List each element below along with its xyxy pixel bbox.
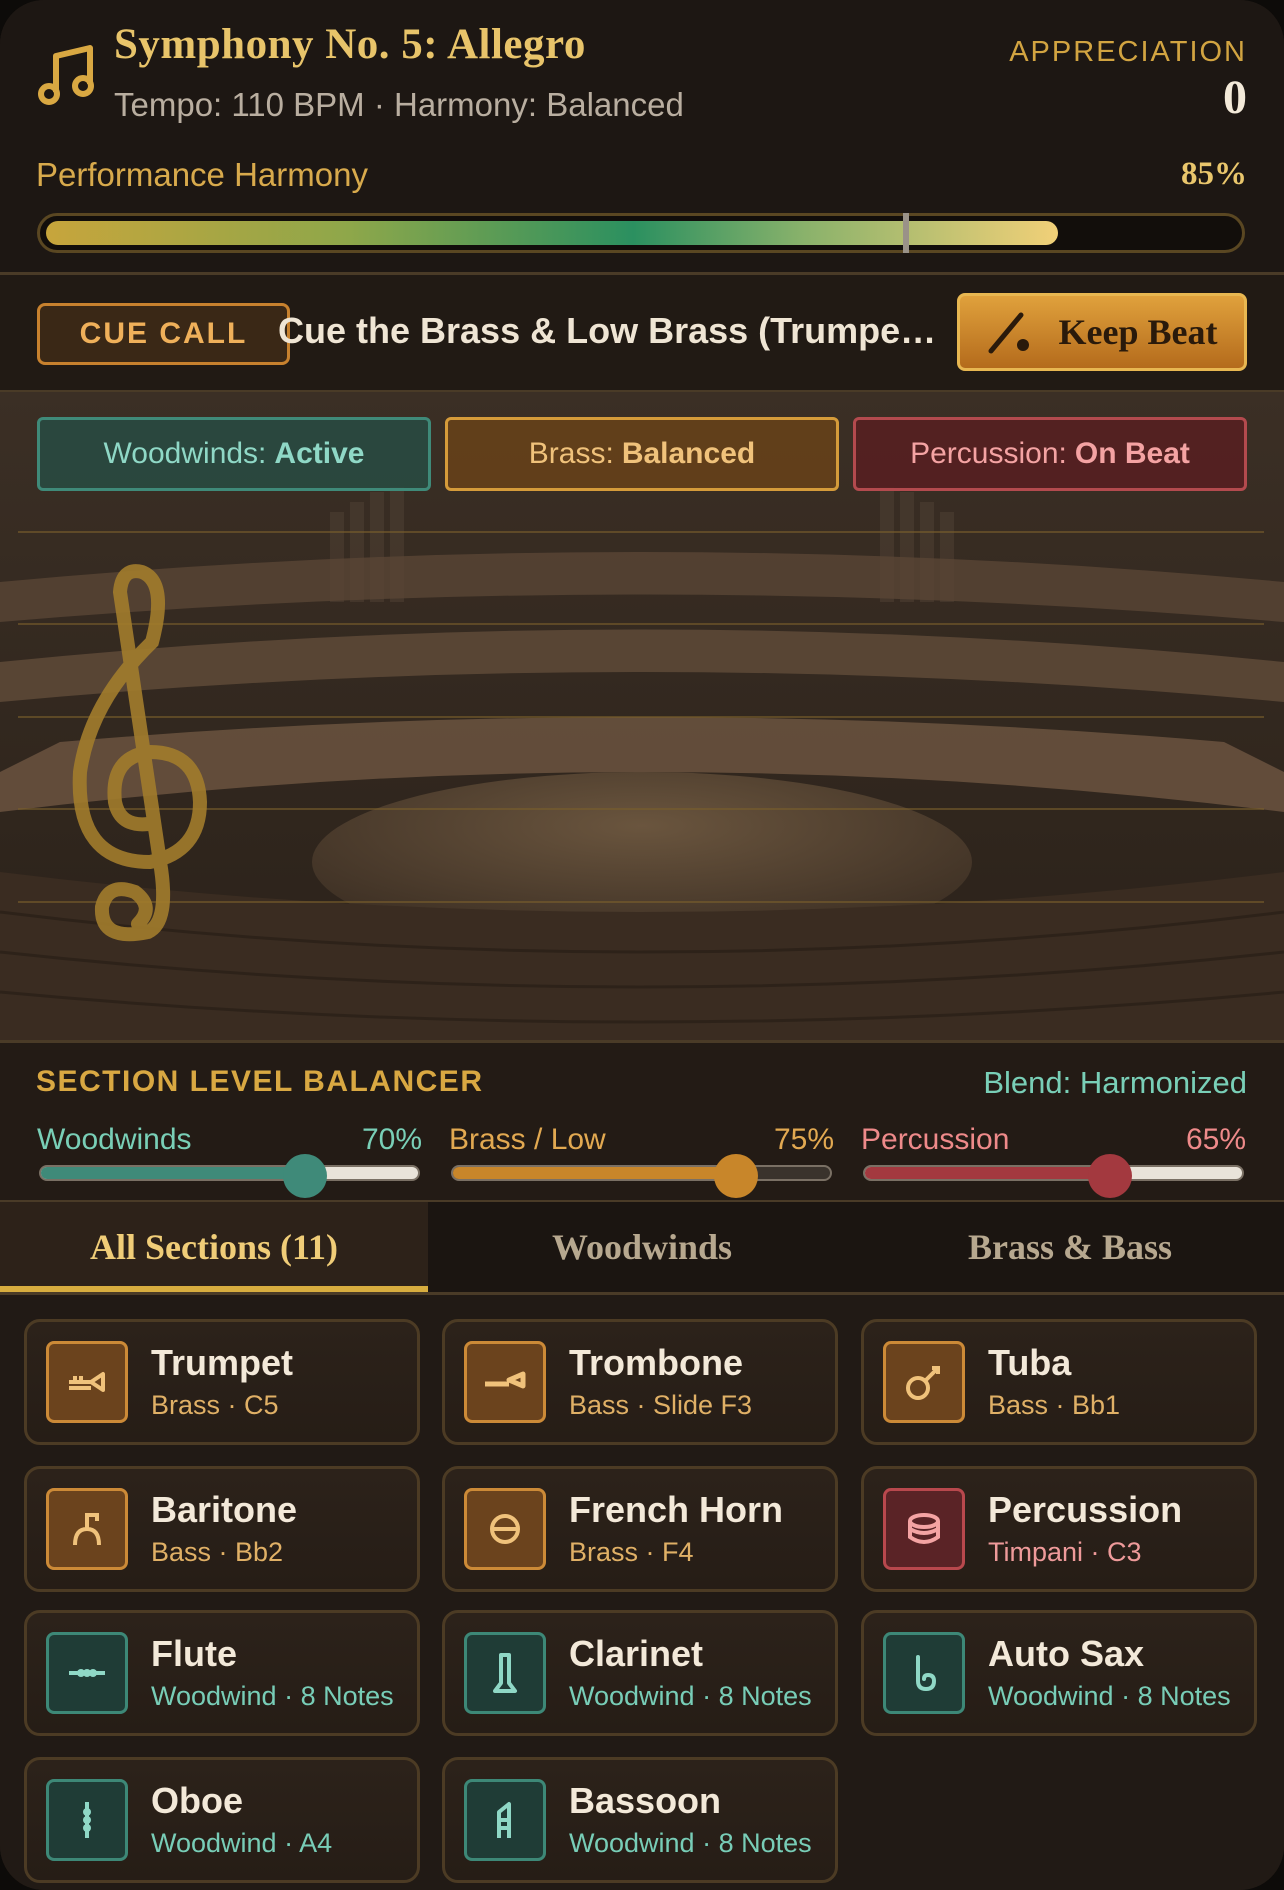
blend-status: Blend: Harmonized bbox=[983, 1065, 1247, 1100]
instrument-detail: Bass · Bb1 bbox=[988, 1390, 1121, 1420]
instrument-card-percussion[interactable]: Percussion Timpani · C3 bbox=[861, 1466, 1257, 1592]
trombone-icon bbox=[464, 1341, 546, 1423]
keep-beat-label: Keep Beat bbox=[1058, 312, 1218, 352]
piece-title: Symphony No. 5: Allegro bbox=[114, 21, 586, 68]
instrument-detail: Woodwind · 8 Notes bbox=[569, 1681, 812, 1711]
cue-call-row: CUE CALL Cue the Brass & Low Brass (Trum… bbox=[0, 275, 1284, 390]
bassoon-icon bbox=[464, 1779, 546, 1861]
slider-label: Woodwinds bbox=[37, 1123, 192, 1156]
slider-fill bbox=[453, 1167, 736, 1179]
instrument-name: Auto Sax bbox=[988, 1633, 1145, 1674]
baritone-icon bbox=[46, 1488, 128, 1570]
instrument-detail: Bass · Bb2 bbox=[151, 1537, 284, 1567]
instrument-card-baritone[interactable]: Baritone Bass · Bb2 bbox=[24, 1466, 420, 1592]
music-note-icon bbox=[38, 45, 94, 105]
woodwinds-slider[interactable]: Woodwinds 70% bbox=[37, 1123, 422, 1203]
harmony-target-marker bbox=[902, 213, 909, 253]
status-state: On Beat bbox=[1074, 437, 1190, 470]
balancer-title: SECTION LEVEL BALANCER bbox=[36, 1065, 484, 1098]
brass-low-slider[interactable]: Brass / Low 75% bbox=[449, 1123, 834, 1203]
instrument-detail: Brass · C5 bbox=[151, 1390, 279, 1420]
appreciation-score: 0 bbox=[1223, 71, 1247, 124]
instrument-card-tuba[interactable]: Tuba Bass · Bb1 bbox=[861, 1319, 1257, 1445]
instrument-detail: Woodwind · A4 bbox=[151, 1828, 333, 1858]
instrument-name: Tuba bbox=[988, 1342, 1072, 1383]
status-state: Balanced bbox=[621, 437, 756, 470]
instrument-name: Baritone bbox=[151, 1489, 298, 1530]
instrument-card-clarinet[interactable]: Clarinet Woodwind · 8 Notes bbox=[442, 1610, 838, 1736]
oboe-icon bbox=[46, 1779, 128, 1861]
performance-harmony-label: Performance Harmony bbox=[36, 156, 368, 193]
slider-track[interactable] bbox=[451, 1154, 832, 1198]
status-section-label: Woodwinds: bbox=[103, 437, 267, 470]
percussion-slider[interactable]: Percussion 65% bbox=[861, 1123, 1246, 1203]
status-state: Active bbox=[274, 437, 365, 470]
section-level-balancer: SECTION LEVEL BALANCER Blend: Harmonized… bbox=[0, 1043, 1284, 1200]
instrument-name: Clarinet bbox=[569, 1633, 704, 1674]
section-tabs: All Sections (11) Woodwinds Brass & Bass bbox=[0, 1202, 1284, 1292]
instrument-detail: Timpani · C3 bbox=[988, 1537, 1142, 1567]
instrument-grid: Trumpet Brass · C5 Trombone Bass · Slide… bbox=[0, 1295, 1284, 1890]
saxophone-icon bbox=[883, 1632, 965, 1714]
tab-brass-bass[interactable]: Brass & Bass bbox=[856, 1202, 1284, 1292]
tuba-icon bbox=[883, 1341, 965, 1423]
header: Symphony No. 5: Allegro Tempo: 110 BPM ·… bbox=[0, 0, 1284, 272]
instrument-card-oboe[interactable]: Oboe Woodwind · A4 bbox=[24, 1757, 420, 1883]
cue-call-badge: CUE CALL bbox=[37, 303, 290, 365]
appreciation-label: APPRECIATION bbox=[1009, 36, 1247, 68]
instrument-name: Bassoon bbox=[569, 1780, 722, 1821]
instrument-card-trumpet[interactable]: Trumpet Brass · C5 bbox=[24, 1319, 420, 1445]
instrument-detail: Bass · Slide F3 bbox=[569, 1390, 753, 1420]
instrument-detail: Brass · F4 bbox=[569, 1537, 694, 1567]
instrument-name: Oboe bbox=[151, 1780, 244, 1821]
instrument-name: French Horn bbox=[569, 1489, 784, 1530]
tempo-harmony-info: Tempo: 110 BPM · Harmony: Balanced bbox=[114, 86, 684, 123]
brass-status: Brass: Balanced bbox=[445, 417, 839, 491]
slider-handle[interactable] bbox=[1088, 1154, 1133, 1198]
instrument-card-flute[interactable]: Flute Woodwind · 8 Notes bbox=[24, 1610, 420, 1736]
status-section-label: Brass: bbox=[528, 437, 614, 470]
performance-harmony-value: 85% bbox=[1181, 156, 1247, 192]
instrument-detail: Woodwind · 8 Notes bbox=[988, 1681, 1231, 1711]
instrument-card-trombone[interactable]: Trombone Bass · Slide F3 bbox=[442, 1319, 838, 1445]
baton-icon bbox=[988, 312, 1029, 354]
timpani-icon bbox=[883, 1488, 965, 1570]
slider-track[interactable] bbox=[39, 1154, 420, 1198]
instrument-name: Flute bbox=[151, 1633, 237, 1674]
cue-instruction: Cue the Brass & Low Brass (Trumpet, Trom… bbox=[278, 310, 948, 351]
slider-label: Percussion bbox=[861, 1123, 1010, 1156]
slider-label: Brass / Low bbox=[449, 1123, 606, 1156]
status-section-label: Percussion: bbox=[910, 437, 1067, 470]
instrument-card-french-horn[interactable]: French Horn Brass · F4 bbox=[442, 1466, 838, 1592]
game-screen: Symphony No. 5: Allegro Tempo: 110 BPM ·… bbox=[0, 0, 1284, 1890]
slider-track[interactable] bbox=[863, 1154, 1244, 1198]
instrument-name: Percussion bbox=[988, 1489, 1183, 1530]
flute-icon bbox=[46, 1632, 128, 1714]
harmony-progress-bar bbox=[37, 213, 1245, 253]
instrument-card-bassoon[interactable]: Bassoon Woodwind · 8 Notes bbox=[442, 1757, 838, 1883]
instrument-card-auto-sax[interactable]: Auto Sax Woodwind · 8 Notes bbox=[861, 1610, 1257, 1736]
trumpet-icon bbox=[46, 1341, 128, 1423]
concert-hall-stage: Woodwinds: Active Brass: Balanced Percussi… bbox=[0, 392, 1284, 1040]
instrument-name: Trombone bbox=[569, 1342, 744, 1383]
instrument-detail: Woodwind · 8 Notes bbox=[569, 1828, 812, 1858]
slider-value: 75% bbox=[773, 1123, 834, 1156]
slider-handle[interactable] bbox=[713, 1154, 758, 1198]
treble-clef-icon bbox=[72, 564, 208, 942]
tab-woodwinds[interactable]: Woodwinds bbox=[428, 1202, 856, 1292]
keep-beat-button[interactable]: Keep Beat bbox=[957, 293, 1247, 371]
percussion-status: Percussion: On Beat bbox=[853, 417, 1247, 491]
tab-all-sections[interactable]: All Sections (11) bbox=[0, 1202, 428, 1292]
instrument-detail: Woodwind · 8 Notes bbox=[151, 1681, 394, 1711]
slider-value: 70% bbox=[361, 1123, 422, 1156]
woodwinds-status: Woodwinds: Active bbox=[37, 417, 431, 491]
instrument-name: Trumpet bbox=[151, 1342, 294, 1383]
slider-value: 65% bbox=[1185, 1123, 1246, 1156]
slider-handle[interactable] bbox=[282, 1154, 327, 1198]
clarinet-icon bbox=[464, 1632, 546, 1714]
french-horn-icon bbox=[464, 1488, 546, 1570]
slider-fill bbox=[41, 1167, 305, 1179]
slider-fill bbox=[865, 1167, 1111, 1179]
